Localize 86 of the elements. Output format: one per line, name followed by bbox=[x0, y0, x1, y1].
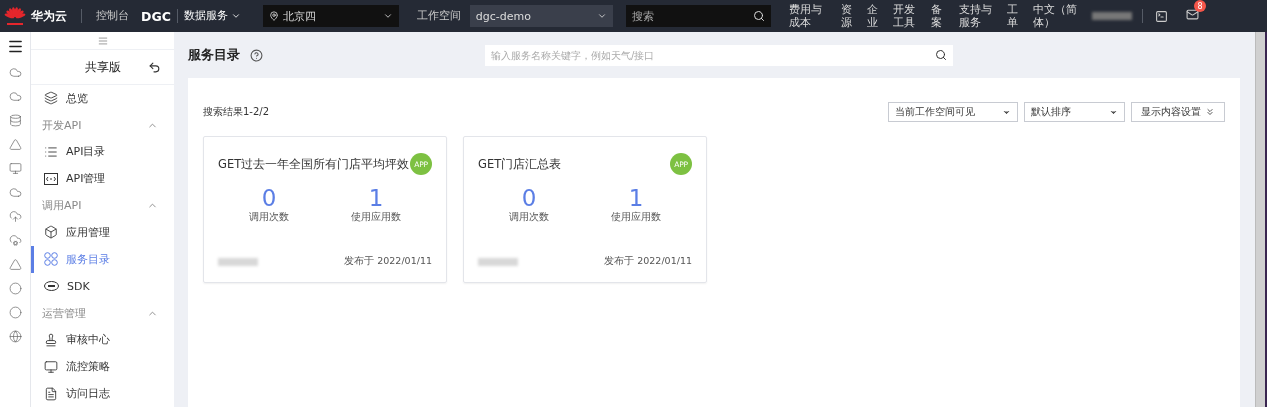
redacted-author bbox=[218, 257, 258, 266]
search-icon[interactable] bbox=[752, 10, 765, 22]
cloud-icon[interactable] bbox=[8, 66, 22, 79]
cloud-icon[interactable] bbox=[8, 90, 22, 103]
page-title: 服务目录 bbox=[188, 46, 240, 64]
filter-select[interactable]: 当前工作空间可见 bbox=[888, 102, 1018, 122]
group-header[interactable]: 调用API bbox=[31, 192, 174, 220]
caret-icon bbox=[596, 11, 607, 21]
card-title: GET过去一年全国所有门店平均坪效 bbox=[218, 156, 410, 172]
stamp-icon bbox=[44, 332, 58, 347]
stat-value: 1 bbox=[368, 185, 384, 211]
product-name: DGC bbox=[141, 8, 171, 24]
region-select[interactable]: 北京四 bbox=[262, 5, 399, 27]
cloud-icon[interactable] bbox=[8, 186, 22, 199]
terminal-icon[interactable] bbox=[1154, 9, 1168, 23]
search-field[interactable]: 搜索 bbox=[625, 5, 771, 27]
stat-label: 调用次数 bbox=[249, 211, 289, 224]
sidebar-item[interactable]: API目录 bbox=[31, 138, 174, 166]
sidebar-item[interactable]: 流控策略 bbox=[31, 353, 174, 381]
sidebar-item[interactable]: 应用管理 bbox=[31, 219, 174, 246]
caret-icon bbox=[382, 11, 393, 21]
sidebar-item[interactable]: SDK bbox=[31, 272, 174, 300]
card-title: GET门店汇总表 bbox=[478, 156, 562, 172]
workspace-select[interactable]: dgc-demo bbox=[469, 5, 613, 27]
stat-value: 0 bbox=[521, 185, 537, 211]
location-pin-icon bbox=[268, 11, 279, 21]
device-icon[interactable] bbox=[8, 162, 22, 175]
sidebar-item[interactable]: 访问日志 bbox=[31, 380, 174, 407]
filter-select[interactable]: 默认排序 bbox=[1024, 102, 1125, 122]
group-header[interactable]: 运营管理 bbox=[31, 299, 174, 327]
sidebar-item[interactable]: 总览 bbox=[31, 84, 174, 112]
code-icon bbox=[44, 172, 58, 185]
nav-link[interactable]: 支持与服务 bbox=[958, 3, 994, 29]
layers-icon bbox=[44, 91, 58, 106]
double-chevron-icon bbox=[1205, 107, 1215, 117]
search-input[interactable]: 搜索 bbox=[631, 5, 749, 27]
nav-link[interactable]: 企业 bbox=[867, 3, 881, 29]
nav-link[interactable]: 备案 bbox=[930, 3, 945, 29]
redacted-username bbox=[1091, 12, 1132, 20]
cloud-gear-icon[interactable] bbox=[8, 234, 22, 247]
log-icon bbox=[44, 386, 58, 401]
sidebar-item[interactable]: 审核中心 bbox=[31, 326, 174, 354]
scrollbar[interactable] bbox=[1255, 32, 1267, 407]
sidebar-title: 共享版 bbox=[84, 59, 121, 75]
back-icon[interactable] bbox=[148, 60, 161, 74]
brand-name: 华为云 bbox=[31, 8, 67, 24]
globe-icon[interactable] bbox=[8, 330, 22, 343]
triangle-icon[interactable] bbox=[8, 138, 22, 151]
stat-label: 调用次数 bbox=[509, 211, 549, 224]
cloud-upload-icon[interactable] bbox=[8, 210, 22, 223]
console-link[interactable]: 控制台 bbox=[96, 9, 129, 23]
nav-link[interactable]: 费用与成本 bbox=[788, 3, 824, 29]
nav-link[interactable]: 工单 bbox=[1007, 3, 1021, 29]
notification-badge: 8 bbox=[1193, 0, 1206, 12]
publish-date: 发布于 2022/01/11 bbox=[344, 255, 432, 268]
triangle-icon[interactable] bbox=[8, 258, 22, 271]
nav-link[interactable]: 开发工具 bbox=[892, 3, 917, 29]
nav-link[interactable]: 中文（简体） bbox=[1032, 3, 1078, 29]
help-icon[interactable] bbox=[250, 48, 263, 62]
service-menu[interactable]: 数据服务 bbox=[183, 9, 241, 23]
box-icon bbox=[44, 225, 58, 240]
display-settings-button[interactable]: 显示内容设置 bbox=[1131, 102, 1225, 122]
grid-icon bbox=[44, 252, 58, 267]
flower-logo-icon bbox=[4, 6, 26, 26]
collapse-icon[interactable] bbox=[97, 35, 108, 46]
stat-label: 使用应用数 bbox=[351, 211, 401, 224]
caret-icon bbox=[230, 11, 241, 21]
sdk-icon bbox=[44, 281, 59, 292]
stat-value: 0 bbox=[261, 185, 277, 211]
stat-value: 1 bbox=[628, 185, 644, 211]
workspace-label: 工作空间 bbox=[416, 9, 461, 23]
monitor-icon bbox=[44, 359, 58, 374]
database-icon[interactable] bbox=[8, 114, 22, 127]
menu-icon[interactable] bbox=[6, 38, 24, 55]
list-icon bbox=[44, 144, 58, 159]
nav-link[interactable]: 资源 bbox=[841, 3, 856, 29]
circle-icon[interactable] bbox=[8, 306, 22, 319]
sidebar-item[interactable]: API管理 bbox=[31, 165, 174, 193]
group-header[interactable]: 开发API bbox=[31, 111, 174, 139]
result-count: 搜索结果1-2/2 bbox=[203, 105, 270, 119]
publish-date: 发布于 2022/01/11 bbox=[604, 255, 692, 268]
circle-icon[interactable] bbox=[8, 282, 22, 295]
redacted-author bbox=[478, 257, 518, 266]
mail-icon[interactable] bbox=[1185, 8, 1199, 21]
stat-label: 使用应用数 bbox=[611, 211, 661, 224]
search-icon[interactable] bbox=[935, 49, 947, 61]
